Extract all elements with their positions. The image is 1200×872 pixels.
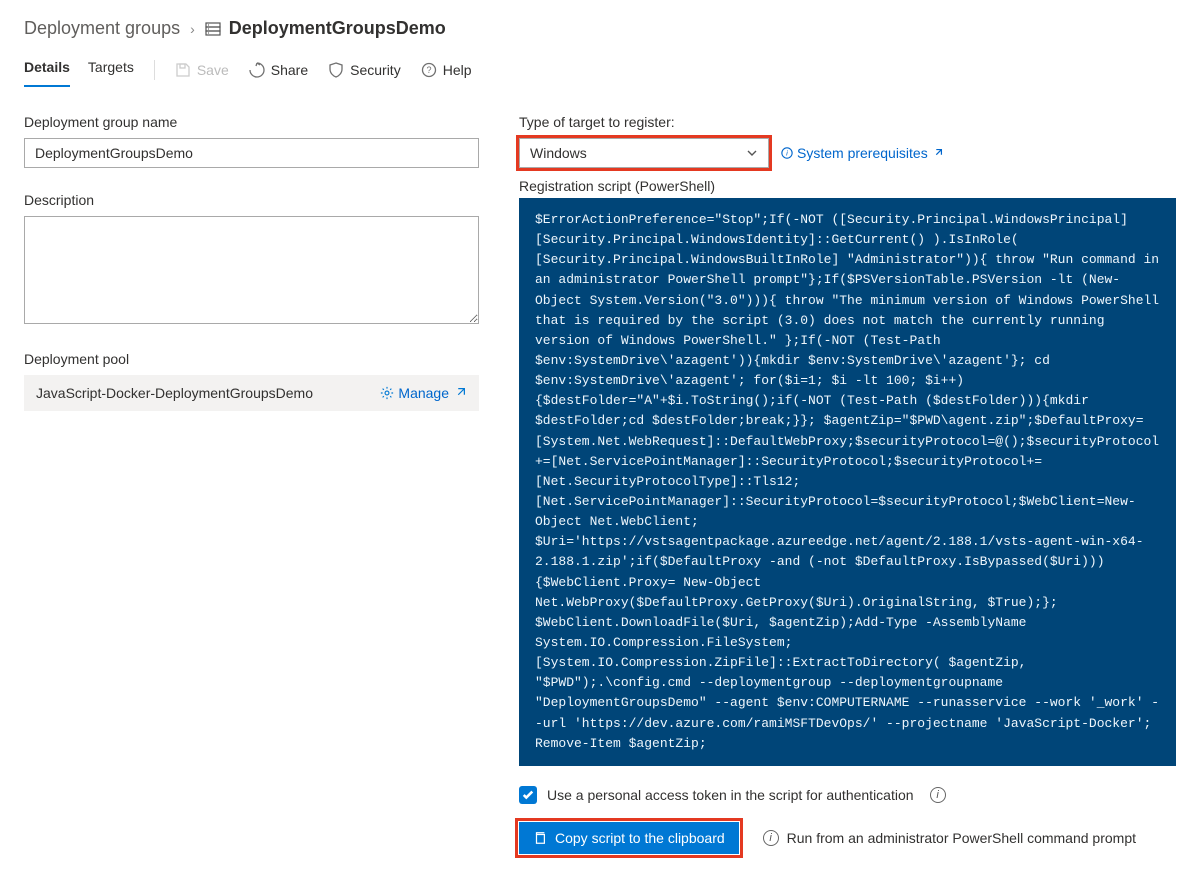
help-icon: ? (421, 62, 437, 78)
pat-label: Use a personal access token in the scrip… (547, 787, 914, 803)
target-type-label: Type of target to register: (519, 114, 1176, 130)
pool-label: Deployment pool (24, 351, 479, 367)
breadcrumb-parent[interactable]: Deployment groups (24, 18, 180, 39)
name-input[interactable] (24, 138, 479, 168)
target-type-value: Windows (530, 145, 587, 161)
save-button: Save (175, 62, 229, 78)
tabbar: Details Targets Save Share Securi (24, 53, 1176, 88)
target-type-select[interactable]: Windows (519, 138, 769, 168)
run-note-text: Run from an administrator PowerShell com… (787, 830, 1136, 846)
pat-checkbox[interactable] (519, 786, 537, 804)
breadcrumb: Deployment groups › DeploymentGroupsDemo (24, 18, 1176, 39)
copy-script-button[interactable]: Copy script to the clipboard (519, 822, 739, 854)
shield-icon (328, 62, 344, 78)
divider (154, 60, 155, 80)
help-label: Help (443, 62, 472, 78)
registration-script[interactable]: $ErrorActionPreference="Stop";If(-NOT ([… (519, 198, 1176, 766)
share-icon (249, 62, 265, 78)
system-prerequisites-link[interactable]: i System prerequisites (781, 145, 944, 161)
svg-text:?: ? (426, 65, 431, 75)
save-icon (175, 62, 191, 78)
info-icon: i (763, 830, 779, 846)
save-label: Save (197, 62, 229, 78)
run-note: i Run from an administrator PowerShell c… (757, 830, 1136, 846)
server-icon (205, 21, 221, 37)
info-icon[interactable]: i (930, 787, 946, 803)
description-input[interactable] (24, 216, 479, 324)
external-link-icon (932, 147, 944, 159)
chevron-right-icon: › (190, 21, 195, 37)
description-label: Description (24, 192, 479, 208)
chevron-down-icon (746, 147, 758, 159)
security-button[interactable]: Security (328, 62, 401, 78)
name-label: Deployment group name (24, 114, 479, 130)
pool-readonly: JavaScript-Docker-DeploymentGroupsDemo M… (24, 375, 479, 411)
copy-icon (533, 831, 547, 845)
share-label: Share (271, 62, 308, 78)
share-button[interactable]: Share (249, 62, 308, 78)
external-link-icon (453, 386, 467, 400)
breadcrumb-current: DeploymentGroupsDemo (229, 18, 446, 39)
copy-script-label: Copy script to the clipboard (555, 830, 725, 846)
gear-icon (380, 386, 394, 400)
pool-value: JavaScript-Docker-DeploymentGroupsDemo (36, 385, 313, 401)
svg-text:i: i (786, 149, 788, 158)
security-label: Security (350, 62, 401, 78)
help-button[interactable]: ? Help (421, 62, 472, 78)
manage-link[interactable]: Manage (380, 385, 467, 401)
check-icon (522, 789, 534, 801)
script-label: Registration script (PowerShell) (519, 178, 1176, 194)
manage-label: Manage (398, 385, 449, 401)
tab-targets[interactable]: Targets (88, 53, 134, 87)
tab-details[interactable]: Details (24, 53, 70, 87)
prereq-label: System prerequisites (797, 145, 928, 161)
